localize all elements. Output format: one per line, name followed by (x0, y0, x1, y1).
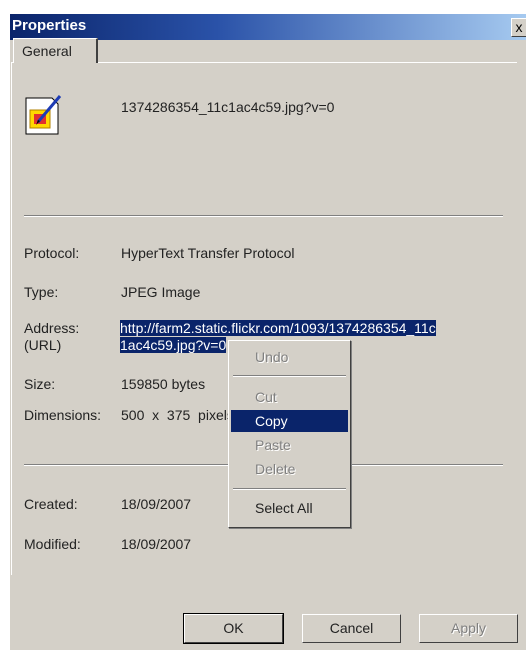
protocol-label: Protocol: (24, 245, 80, 261)
dimensions-value: 500 x 375 pixels (121, 407, 234, 423)
title-bar[interactable]: Properties x (10, 14, 526, 40)
window-title: Properties (12, 17, 87, 34)
menu-item-select-all[interactable]: Select All (231, 497, 348, 519)
tab-general-label: General (22, 43, 72, 59)
tab-general[interactable]: General (13, 38, 98, 63)
modified-label: Modified: (24, 536, 81, 552)
type-label: Type: (24, 284, 59, 300)
dimensions-label: Dimensions: (24, 407, 102, 423)
separator-top (24, 215, 503, 217)
modified-value: 18/09/2007 (121, 536, 192, 552)
close-button[interactable]: x (511, 18, 526, 37)
menu-separator (233, 375, 346, 377)
type-value: JPEG Image (121, 284, 201, 300)
address-label: Address: (24, 320, 80, 336)
url-line-1: http://farm2.static.flickr.com/1093/1374… (120, 320, 436, 336)
created-value: 18/09/2007 (121, 496, 192, 512)
protocol-value: HyperText Transfer Protocol (121, 245, 295, 261)
menu-item-cut[interactable]: Cut (231, 386, 348, 408)
menu-item-copy[interactable]: Copy (231, 410, 348, 432)
cancel-button[interactable]: Cancel (302, 614, 401, 643)
file-name: 1374286354_11c1ac4c59.jpg?v=0 (121, 99, 335, 115)
menu-item-undo[interactable]: Undo (231, 346, 348, 368)
jpeg-file-icon (25, 95, 62, 135)
menu-item-delete[interactable]: Delete (231, 458, 348, 480)
url-label: (URL) (24, 337, 62, 353)
size-label: Size: (24, 376, 56, 392)
context-menu: Undo Cut Copy Paste Delete Select All (228, 340, 351, 528)
ok-button[interactable]: OK (183, 613, 284, 644)
menu-separator (233, 488, 346, 490)
created-label: Created: (24, 496, 78, 512)
url-line-2: 1ac4c59.jpg?v=0 (120, 337, 227, 353)
apply-button[interactable]: Apply (419, 614, 518, 643)
menu-item-paste[interactable]: Paste (231, 434, 348, 456)
size-value: 159850 bytes (121, 376, 206, 392)
